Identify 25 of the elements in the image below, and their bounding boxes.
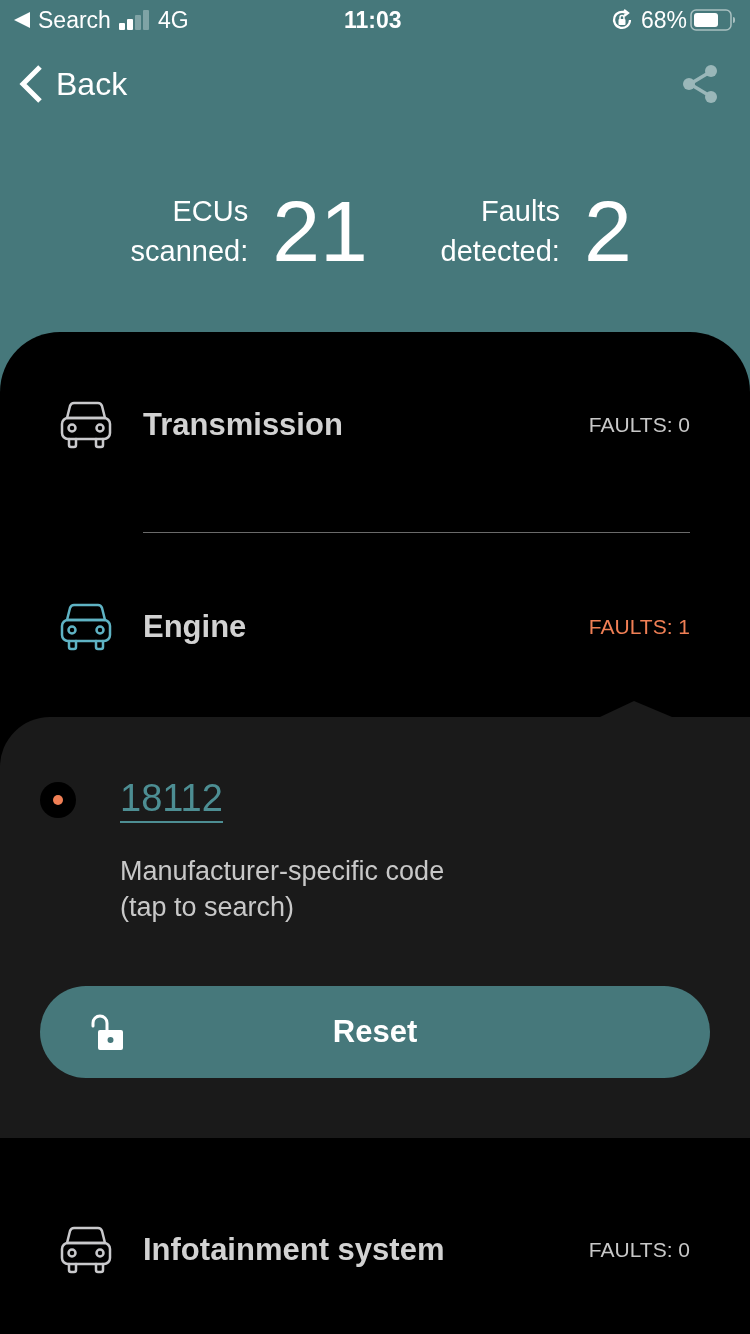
battery-icon [690,9,736,31]
status-time: 11:03 [344,5,402,35]
fault-description: Manufacturer-specific code (tap to search) [120,855,446,924]
fault-code-link[interactable]: 18112 [120,777,223,823]
unlocked-padlock-icon [90,1014,124,1050]
back-button[interactable]: Back [18,60,128,108]
signal-icon [118,10,151,30]
back-app-label[interactable]: Search [38,2,111,38]
network-type: 4G [157,5,189,35]
summary-label: Faults detected: [439,194,560,269]
ecu-name[interactable]: Engine [143,603,247,651]
fault-count: FAULTS: 0 [588,412,690,439]
back-chevron-icon [18,64,44,104]
fault-count: FAULTS: 1 [588,614,690,641]
status-dot-icon [40,782,76,818]
rotation-lock-icon [610,9,633,31]
summary-label: ECUs scanned: [129,194,249,269]
summary-value: 21 [272,188,368,274]
fault-count: FAULTS: 0 [588,1237,690,1264]
reset-button[interactable]: Reset [40,986,710,1078]
summary-value: 2 [583,188,632,274]
ecu-name[interactable]: Transmission [143,401,343,449]
back-triangle-icon[interactable] [14,12,30,28]
battery-percent: 68% [640,5,687,35]
ecu-name[interactable]: Infotainment system [143,1226,445,1274]
